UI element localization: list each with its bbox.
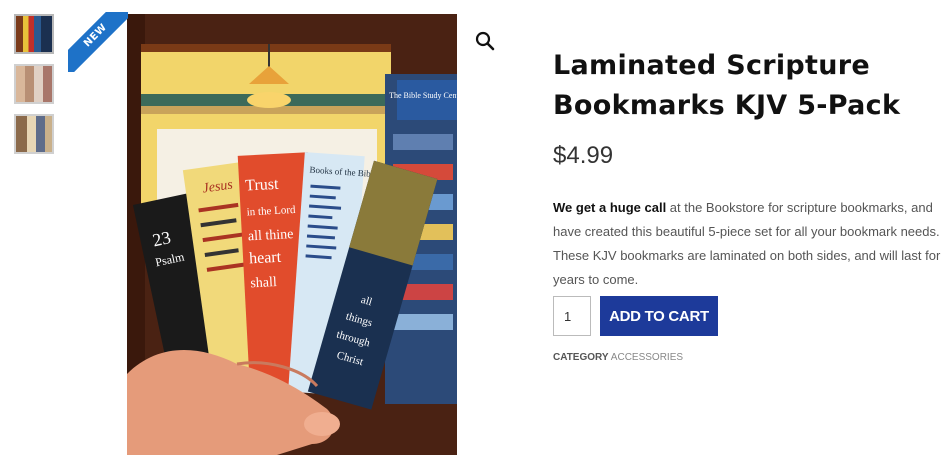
svg-text:shall: shall	[250, 275, 277, 291]
add-to-cart-button[interactable]: ADD TO CART	[600, 296, 718, 336]
shelf-sign-text: The Bible Study Center	[389, 91, 457, 100]
thumbnail-2[interactable]	[14, 64, 54, 104]
thumbnail-gallery	[14, 14, 54, 164]
product-title: Laminated Scripture Bookmarks KJV 5-Pack	[553, 50, 901, 121]
zoom-icon[interactable]	[474, 30, 496, 52]
svg-text:Trust: Trust	[245, 176, 280, 195]
category-label: CATEGORY	[553, 352, 609, 363]
cart-form: ADD TO CART	[553, 296, 718, 336]
product-meta: CATEGORY ACCESSORIES	[553, 352, 683, 363]
description-bold: We get a huge call	[553, 200, 667, 215]
product-description: We get a huge call at the Bookstore for …	[553, 196, 948, 292]
svg-text:heart: heart	[249, 249, 282, 268]
thumbnail-1[interactable]	[14, 14, 54, 54]
svg-text:all thine: all thine	[248, 227, 294, 244]
quantity-input[interactable]	[553, 296, 591, 336]
product-image[interactable]: The Bible Study Center 23 Psalm Jesus Tr…	[127, 14, 457, 455]
product-summary: Laminated Scripture Bookmarks KJV 5-Pack…	[553, 46, 948, 292]
new-badge: NEW	[68, 12, 128, 72]
thumbnail-3[interactable]	[14, 114, 54, 154]
product-price: $4.99	[553, 142, 614, 169]
category-link[interactable]: ACCESSORIES	[611, 352, 683, 363]
